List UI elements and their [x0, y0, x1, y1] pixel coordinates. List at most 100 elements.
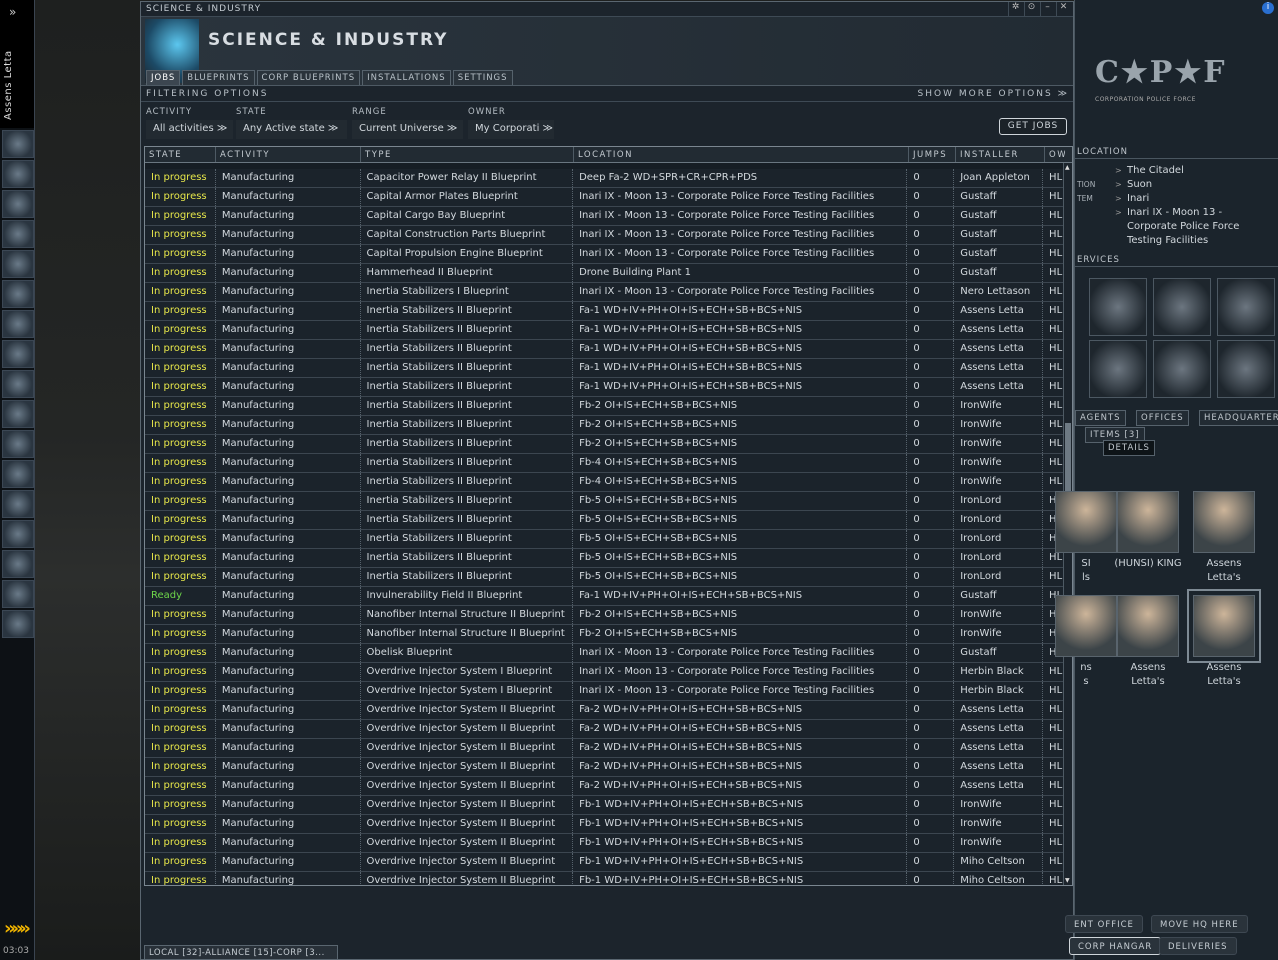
corp-hangar-button[interactable]: CORP HANGAR: [1069, 937, 1162, 955]
close-icon[interactable]: ✕: [1056, 2, 1071, 16]
chat-tab[interactable]: LOCAL [32]-ALLIANCE [15]-CORP [3...: [144, 945, 338, 959]
table-row[interactable]: In progress Manufacturing Overdrive Inject…: [145, 815, 1063, 834]
activity-select[interactable]: All activities ≫: [146, 120, 233, 139]
info-icon[interactable]: i: [1262, 2, 1274, 14]
assets-icon[interactable]: [2, 400, 34, 428]
table-row[interactable]: In progress Manufacturing Capital Propulsi…: [145, 245, 1063, 264]
location-value[interactable]: Testing Facilities: [1127, 235, 1208, 246]
calculator-icon[interactable]: [2, 460, 34, 488]
journal-icon[interactable]: [2, 310, 34, 338]
expand-icon[interactable]: »: [9, 5, 16, 19]
people-places-icon[interactable]: [2, 160, 34, 188]
character-icon[interactable]: [2, 130, 34, 158]
location-value[interactable]: Inari: [1127, 193, 1149, 204]
table-row[interactable]: In progress Manufacturing Capital Armor Pl…: [145, 188, 1063, 207]
table-row[interactable]: In progress Manufacturing Nanofiber Intern…: [145, 625, 1063, 644]
table-row[interactable]: In progress Manufacturing Inertia Stabiliz…: [145, 378, 1063, 397]
table-row[interactable]: In progress Manufacturing Overdrive Inject…: [145, 834, 1063, 853]
ent-office-button[interactable]: ENT OFFICE: [1065, 915, 1143, 933]
table-row[interactable]: In progress Manufacturing Obelisk Blueprin…: [145, 644, 1063, 663]
market-icon[interactable]: [2, 250, 34, 278]
filtering-options-bar[interactable]: FILTERING OPTIONS SHOW MORE OPTIONS ≫: [141, 85, 1073, 102]
factory-service-icon[interactable]: [1153, 278, 1211, 336]
table-row[interactable]: In progress Manufacturing Overdrive Inject…: [145, 739, 1063, 758]
tab-offices[interactable]: OFFICES: [1136, 410, 1189, 426]
repair-shop-service-icon[interactable]: [1089, 278, 1147, 336]
table-row[interactable]: In progress Manufacturing Inertia Stabiliz…: [145, 397, 1063, 416]
help-icon[interactable]: [2, 610, 34, 638]
table-row[interactable]: In progress Manufacturing Inertia Stabiliz…: [145, 492, 1063, 511]
tab-installations[interactable]: INSTALLATIONS: [362, 70, 451, 85]
pilot-name[interactable]: Assens Letta: [3, 50, 14, 120]
ship-thumbnail[interactable]: [1117, 595, 1179, 657]
ship-thumbnail[interactable]: [1055, 491, 1117, 553]
tab-headquarters[interactable]: HEADQUARTERS: [1199, 410, 1278, 426]
table-row[interactable]: In progress Manufacturing Capacitor Power …: [145, 169, 1063, 188]
mail-icon[interactable]: [2, 190, 34, 218]
column-header-own[interactable]: OWN: [1045, 147, 1065, 162]
column-header-location[interactable]: LOCATION: [574, 147, 909, 162]
fitting-icon[interactable]: [2, 370, 34, 398]
help-ring-icon[interactable]: [2, 490, 34, 518]
table-row[interactable]: In progress Manufacturing Inertia Stabiliz…: [145, 435, 1063, 454]
location-value[interactable]: Inari IX - Moon 13 -: [1127, 207, 1222, 218]
table-row[interactable]: In progress Manufacturing Inertia Stabiliz…: [145, 473, 1063, 492]
table-row[interactable]: In progress Manufacturing Inertia Stabiliz…: [145, 416, 1063, 435]
ship-thumbnail[interactable]: [1193, 491, 1255, 553]
table-row[interactable]: In progress Manufacturing Capital Construc…: [145, 226, 1063, 245]
table-row[interactable]: In progress Manufacturing Overdrive Inject…: [145, 720, 1063, 739]
tab-blueprints[interactable]: BLUEPRINTS: [182, 70, 255, 85]
ship-thumbnail[interactable]: [1187, 589, 1261, 663]
deliveries-button[interactable]: DELIVERIES: [1159, 937, 1237, 955]
chevrons-icon[interactable]: »»»: [4, 918, 31, 939]
table-row[interactable]: In progress Manufacturing Inertia Stabiliz…: [145, 302, 1063, 321]
table-row[interactable]: In progress Manufacturing Inertia Stabiliz…: [145, 283, 1063, 302]
get-jobs-button[interactable]: GET JOBS: [999, 118, 1067, 135]
table-row[interactable]: In progress Manufacturing Nanofiber Intern…: [145, 606, 1063, 625]
table-row[interactable]: In progress Manufacturing Overdrive Inject…: [145, 853, 1063, 872]
table-row[interactable]: In progress Manufacturing Inertia Stabiliz…: [145, 321, 1063, 340]
ship-thumbnail[interactable]: [1055, 595, 1117, 657]
show-more-options-button[interactable]: SHOW MORE OPTIONS ≫: [918, 89, 1069, 99]
table-row[interactable]: In progress Manufacturing Overdrive Inject…: [145, 777, 1063, 796]
table-row[interactable]: In progress Manufacturing Overdrive Inject…: [145, 701, 1063, 720]
bounty-office-service-icon[interactable]: [1089, 340, 1147, 398]
ship-thumbnail[interactable]: [1117, 491, 1179, 553]
settings-icon[interactable]: ✲: [1008, 2, 1023, 16]
laboratory-service-icon[interactable]: [1217, 278, 1275, 336]
owner-select[interactable]: My Corporati ≫: [468, 120, 554, 139]
contacts-icon[interactable]: [2, 520, 34, 548]
state-select[interactable]: Any Active state ≫: [236, 120, 347, 139]
table-row[interactable]: In progress Manufacturing Hammerhead II Bl…: [145, 264, 1063, 283]
medical-service-icon[interactable]: [1217, 340, 1275, 398]
info-icon[interactable]: ⊙: [1024, 2, 1039, 16]
location-value[interactable]: The Citadel: [1127, 165, 1184, 176]
table-row[interactable]: In progress Manufacturing Overdrive Inject…: [145, 796, 1063, 815]
tab-jobs[interactable]: JOBS: [146, 70, 181, 85]
column-header-activity[interactable]: ACTIVITY: [216, 147, 361, 162]
corporation-icon[interactable]: [2, 430, 34, 458]
column-header-state[interactable]: STATE: [145, 147, 216, 162]
tab-agents[interactable]: AGENTS: [1075, 410, 1126, 426]
browser-icon[interactable]: [2, 550, 34, 578]
science-industry-icon[interactable]: [2, 280, 34, 308]
fitting-service-icon[interactable]: [1153, 340, 1211, 398]
tab-settings[interactable]: SETTINGS: [452, 70, 513, 85]
range-select[interactable]: Current Universe ≫: [352, 120, 463, 139]
table-row[interactable]: In progress Manufacturing Overdrive Inject…: [145, 758, 1063, 777]
table-row[interactable]: In progress Manufacturing Capital Cargo Ba…: [145, 207, 1063, 226]
column-header-installer[interactable]: INSTALLER: [956, 147, 1045, 162]
table-row[interactable]: Ready Manufacturing Invulnerability Field …: [145, 587, 1063, 606]
table-row[interactable]: In progress Manufacturing Inertia Stabiliz…: [145, 549, 1063, 568]
table-row[interactable]: In progress Manufacturing Inertia Stabiliz…: [145, 454, 1063, 473]
tab-corp-blueprints[interactable]: CORP BLUEPRINTS: [256, 70, 361, 85]
table-row[interactable]: In progress Manufacturing Inertia Stabiliz…: [145, 340, 1063, 359]
window-titlebar[interactable]: SCIENCE & INDUSTRY ✲ ⊙ – ✕: [141, 2, 1073, 17]
notepad-icon[interactable]: [2, 220, 34, 248]
log-icon[interactable]: [2, 580, 34, 608]
table-row[interactable]: In progress Manufacturing Inertia Stabiliz…: [145, 511, 1063, 530]
column-header-jumps[interactable]: JUMPS: [909, 147, 956, 162]
table-row[interactable]: In progress Manufacturing Overdrive Inject…: [145, 872, 1063, 885]
location-value[interactable]: Corporate Police Force: [1127, 221, 1239, 232]
table-row[interactable]: In progress Manufacturing Inertia Stabiliz…: [145, 568, 1063, 587]
